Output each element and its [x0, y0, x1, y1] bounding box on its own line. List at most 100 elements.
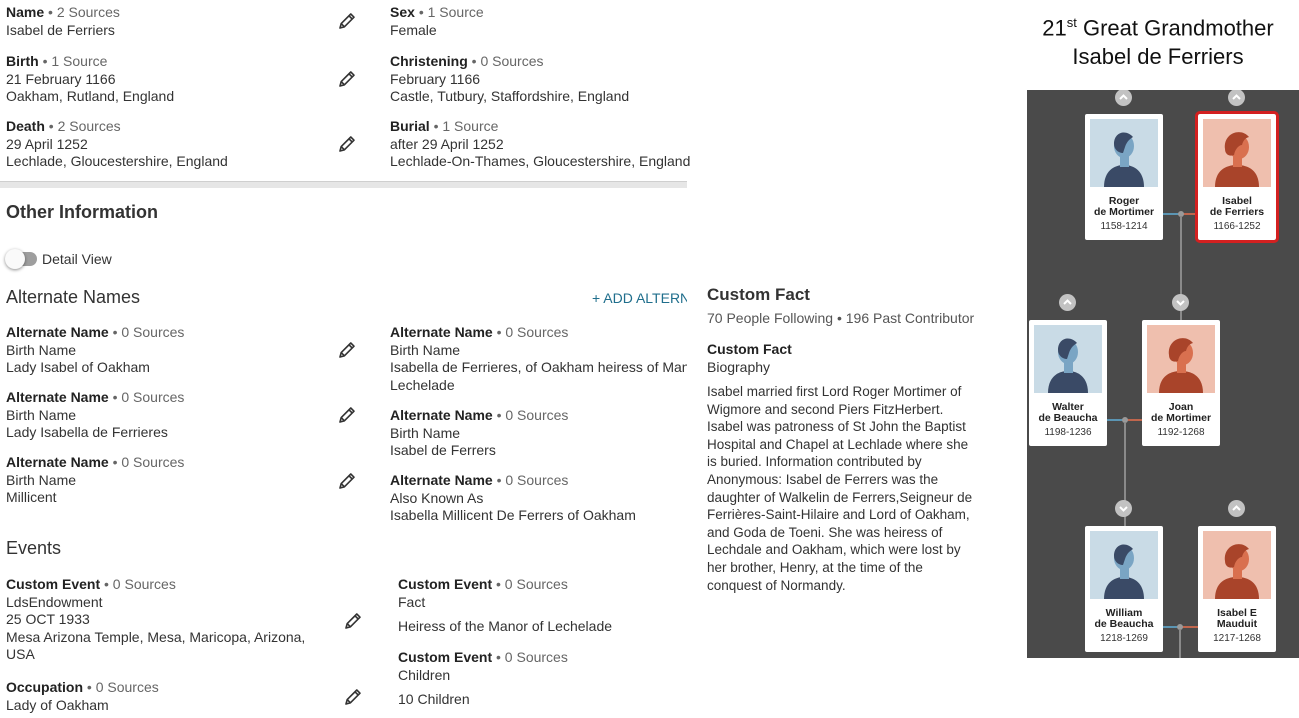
- alternate-name-item: Alternate Name • 0 Sources Birth Name Mi…: [6, 454, 184, 507]
- edit-occupation-icon[interactable]: [343, 687, 363, 707]
- female-avatar-icon: [1147, 325, 1215, 393]
- custom-fact-biography: Isabel married first Lord Roger Mortimer…: [707, 384, 973, 593]
- fact-value: Oakham, Rutland, England: [6, 88, 175, 104]
- fact-type: Also Known As: [390, 489, 484, 506]
- vital-birth: Birth • 1 Source 21 February 1166 Oakham…: [6, 53, 174, 106]
- fact-label: Alternate Name: [6, 389, 109, 405]
- edit-event-icon[interactable]: [343, 611, 363, 631]
- fact-sources[interactable]: • 0 Sources: [113, 389, 185, 405]
- alternate-name-item: Alternate Name • 0 Sources Birth Name Is…: [390, 324, 687, 394]
- person-card[interactable]: Walter de Beaucha 1198-1236: [1029, 320, 1107, 446]
- alternate-names-title: Alternate Names: [6, 287, 141, 307]
- fact-value: Mesa Arizona Temple, Mesa, Maricopa, Ari…: [6, 628, 306, 663]
- fact-label: Custom Event: [6, 576, 101, 592]
- fact-sources[interactable]: • 0 Sources: [496, 576, 568, 592]
- custom-fact-label: Custom Fact: [707, 341, 792, 357]
- expand-up-icon[interactable]: [1059, 294, 1076, 311]
- fact-value: Isabella de Ferrieres, of Oakham heiress…: [390, 359, 687, 393]
- edit-name-icon[interactable]: [337, 11, 357, 31]
- fact-label: Birth: [6, 53, 39, 69]
- person-card[interactable]: Joan de Mortimer 1192-1268: [1142, 320, 1220, 446]
- fact-label: Alternate Name: [390, 472, 493, 488]
- add-alternate-name-link[interactable]: + ADD ALTERN: [592, 290, 687, 306]
- fact-type: Birth Name: [6, 406, 77, 423]
- fact-label: Death: [6, 118, 45, 134]
- fact-sources[interactable]: • 0 Sources: [472, 53, 544, 69]
- person-years: 1218-1269: [1100, 633, 1148, 644]
- person-name: Roger de Mortimer: [1093, 195, 1155, 218]
- person-years: 1158-1214: [1100, 221, 1148, 232]
- person-card[interactable]: Roger de Mortimer 1158-1214: [1085, 114, 1163, 240]
- person-years: 1217-1268: [1213, 633, 1261, 644]
- fact-value: 25 OCT 1933: [6, 611, 90, 627]
- expand-up-icon[interactable]: [1228, 90, 1245, 106]
- person-years: 1198-1236: [1044, 427, 1092, 438]
- expand-down-icon[interactable]: [1172, 294, 1189, 311]
- expand-down-icon[interactable]: [1115, 500, 1132, 517]
- person-name: Joan de Mortimer: [1150, 401, 1212, 424]
- fact-sources[interactable]: • 2 Sources: [49, 118, 121, 134]
- edit-alternate-name-icon[interactable]: [337, 405, 357, 425]
- expand-up-icon[interactable]: [1228, 500, 1245, 517]
- alternate-name-item: Alternate Name • 0 Sources Birth Name La…: [6, 389, 184, 442]
- person-name: William de Beaucha: [1094, 607, 1154, 630]
- fact-value: February 1166: [390, 70, 481, 87]
- female-avatar-icon: [1203, 119, 1271, 187]
- events-title: Events: [6, 538, 62, 558]
- fact-type: Children: [398, 666, 451, 683]
- edit-death-icon[interactable]: [337, 134, 357, 154]
- fact-value: Lady Isabel of Oakham: [6, 359, 150, 375]
- fact-type: Birth Name: [6, 341, 77, 358]
- fact-sources[interactable]: • 1 Source: [419, 4, 484, 20]
- fact-sources[interactable]: • 0 Sources: [497, 407, 569, 423]
- event-item: Custom Event • 0 Sources LdsEndowment 25…: [6, 576, 326, 664]
- custom-fact-type: Biography: [707, 359, 771, 375]
- fact-label: Custom Event: [398, 576, 493, 592]
- male-avatar-icon: [1034, 325, 1102, 393]
- fact-sources[interactable]: • 1 Source: [434, 118, 499, 134]
- vital-christening: Christening • 0 Sources February 1166 Ca…: [390, 53, 629, 106]
- fact-sources[interactable]: • 0 Sources: [87, 679, 159, 695]
- custom-fact-meta[interactable]: 70 People Following • 196 Past Contribut…: [707, 310, 974, 326]
- person-card[interactable]: William de Beaucha 1218-1269: [1085, 526, 1163, 652]
- fact-sources[interactable]: • 2 Sources: [48, 4, 120, 20]
- ancestor-name: Isabel de Ferriers: [1072, 44, 1244, 70]
- edit-birth-icon[interactable]: [337, 69, 357, 89]
- fact-sources[interactable]: • 0 Sources: [104, 576, 176, 592]
- edit-alternate-name-icon[interactable]: [337, 471, 357, 491]
- fact-sources[interactable]: • 0 Sources: [496, 649, 568, 665]
- person-name: Walter de Beaucha: [1038, 401, 1098, 424]
- fact-value: 29 April 1252: [6, 135, 88, 152]
- edit-alternate-name-icon[interactable]: [337, 340, 357, 360]
- fact-value: Lady of Oakham: [6, 696, 109, 713]
- fact-value: after 29 April 1252: [390, 135, 504, 152]
- event-item: Occupation • 0 Sources Lady of Oakham: [6, 679, 159, 714]
- fact-sources[interactable]: • 0 Sources: [497, 472, 569, 488]
- person-card[interactable]: Isabel E Mauduit 1217-1268: [1198, 526, 1276, 652]
- fact-sources[interactable]: • 0 Sources: [113, 324, 185, 340]
- person-years: 1166-1252: [1213, 221, 1261, 232]
- relationship-title: 21st Great Grandmother: [1042, 15, 1274, 41]
- person-years: 1192-1268: [1157, 427, 1205, 438]
- detail-view-toggle[interactable]: [5, 249, 37, 269]
- vital-sex: Sex • 1 Source Female: [390, 4, 484, 39]
- female-avatar-icon: [1203, 531, 1271, 599]
- fact-value: Isabella Millicent De Ferrers of Oakham: [390, 507, 636, 523]
- fact-sources[interactable]: • 0 Sources: [113, 454, 185, 470]
- person-card-selected[interactable]: Isabel de Ferriers 1166-1252: [1195, 111, 1279, 243]
- other-information-title: Other Information: [6, 202, 158, 222]
- event-item: Custom Event • 0 Sources Fact Heiress of…: [398, 576, 612, 636]
- fact-value: Heiress of the Manor of Lechelade: [398, 618, 613, 634]
- expand-up-icon[interactable]: [1115, 90, 1132, 106]
- relationship-heading: 21st Great Grandmother Isabel de Ferrier…: [1027, 8, 1289, 71]
- fact-type: Birth Name: [390, 341, 461, 358]
- pedigree-tree: Roger de Mortimer 1158-1214 Isabel de Ferr…: [1027, 90, 1299, 658]
- fact-label: Alternate Name: [390, 407, 493, 423]
- alternate-name-item: Alternate Name • 0 Sources Birth Name Is…: [390, 407, 568, 460]
- fact-sources[interactable]: • 0 Sources: [497, 324, 569, 340]
- fact-value: Millicent: [6, 489, 57, 505]
- fact-value: Lechlade-On-Thames, Gloucestershire, Eng…: [390, 153, 691, 169]
- fact-type: Fact: [398, 593, 426, 610]
- toggle-knob: [5, 249, 25, 269]
- fact-sources[interactable]: • 1 Source: [43, 53, 108, 69]
